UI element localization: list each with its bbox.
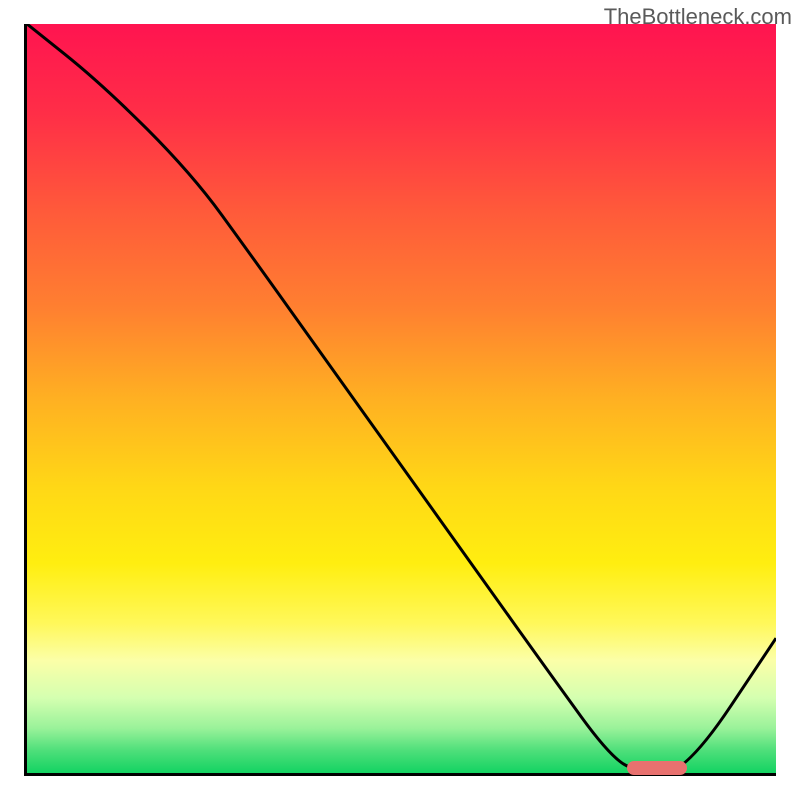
plot-area	[24, 24, 776, 776]
watermark-text: TheBottleneck.com	[604, 4, 792, 30]
bottleneck-curve	[27, 24, 776, 773]
chart-container: TheBottleneck.com	[0, 0, 800, 800]
optimal-range-marker	[627, 761, 687, 775]
